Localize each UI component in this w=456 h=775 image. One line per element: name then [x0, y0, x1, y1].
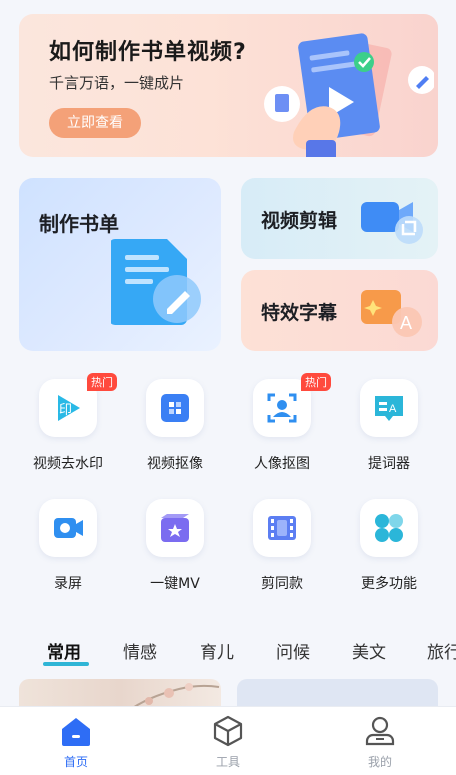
tab-essay[interactable]: 美文 — [352, 638, 386, 663]
video-edit-card[interactable]: 视频剪辑 — [241, 178, 438, 259]
more-features-icon — [360, 499, 418, 557]
make-booklist-card[interactable]: 制作书单 — [19, 178, 221, 351]
tool-label: 剪同款 — [261, 576, 303, 592]
nav-tools[interactable]: 工具 — [188, 715, 268, 770]
view-now-button[interactable]: 立即查看 — [49, 108, 141, 138]
tool-template-cut[interactable]: 剪同款 — [232, 499, 332, 593]
tool-label: 视频去水印 — [33, 456, 103, 472]
portrait-cutout-icon: 热门 — [253, 373, 331, 437]
tab-greeting[interactable]: 问候 — [276, 638, 310, 663]
banner-subtitle: 千言万语，一键成片 — [49, 74, 185, 92]
tool-label: 提词器 — [368, 456, 410, 472]
cube-icon — [213, 715, 243, 747]
profile-icon — [365, 716, 395, 746]
tool-label: 录屏 — [54, 576, 82, 592]
tool-teleprompter[interactable]: A 提词器 — [339, 379, 439, 473]
make-booklist-label: 制作书单 — [39, 212, 119, 236]
nav-label: 工具 — [215, 755, 240, 769]
tool-label: 视频抠像 — [147, 456, 203, 472]
svg-text:印: 印 — [59, 403, 72, 418]
tool-label: 一键MV — [150, 576, 200, 592]
tool-label: 更多功能 — [361, 576, 417, 592]
svg-text:A: A — [389, 403, 397, 415]
hot-badge: 热门 — [87, 373, 117, 391]
tool-one-click-mv[interactable]: 一键MV — [125, 499, 225, 593]
teleprompter-icon: A — [360, 379, 418, 437]
tab-parenting[interactable]: 育儿 — [200, 638, 234, 663]
video-camera-crop-icon — [361, 202, 423, 244]
sparkle-text-icon: A — [361, 290, 422, 337]
template-cut-icon — [253, 499, 311, 557]
tab-travel[interactable]: 旅行 — [427, 638, 456, 663]
effect-subtitle-card[interactable]: 特效字幕 A — [241, 270, 438, 351]
tab-common[interactable]: 常用 — [47, 638, 81, 663]
tool-portrait-cutout[interactable]: 热门 人像抠图 — [232, 373, 332, 473]
video-tutorial-illustration-icon — [264, 33, 434, 157]
tool-more-features[interactable]: 更多功能 — [339, 499, 439, 593]
video-edit-label: 视频剪辑 — [261, 210, 338, 232]
tool-video-watermark-remove[interactable]: 印 热门 视频去水印 — [18, 373, 118, 473]
nav-label: 首页 — [63, 755, 88, 769]
tool-label: 人像抠图 — [254, 456, 310, 472]
home-icon — [62, 718, 90, 746]
active-tab-indicator — [43, 662, 89, 666]
nav-profile[interactable]: 我的 — [340, 715, 420, 770]
screen-record-icon — [39, 499, 97, 557]
one-click-mv-icon — [146, 499, 204, 557]
watermark-remove-icon: 印 热门 — [39, 373, 117, 437]
carousel-indicator — [207, 148, 253, 157]
document-edit-icon — [111, 239, 201, 325]
tool-screen-record[interactable]: 录屏 — [18, 499, 118, 593]
nav-label: 我的 — [367, 755, 392, 769]
tool-video-matting[interactable]: 视频抠像 — [125, 379, 225, 473]
promo-banner[interactable]: 如何制作书单视频? 千言万语，一键成片 立即查看 — [19, 14, 438, 157]
nav-home[interactable]: 首页 — [36, 715, 116, 770]
effect-subtitle-label: 特效字幕 — [261, 302, 338, 324]
video-matting-icon — [146, 379, 204, 437]
tab-emotion[interactable]: 情感 — [123, 638, 157, 663]
banner-title: 如何制作书单视频? — [49, 40, 247, 65]
bottom-navigation: 首页 工具 我的 — [0, 706, 456, 775]
svg-text:A: A — [400, 313, 412, 333]
hot-badge: 热门 — [301, 373, 331, 391]
